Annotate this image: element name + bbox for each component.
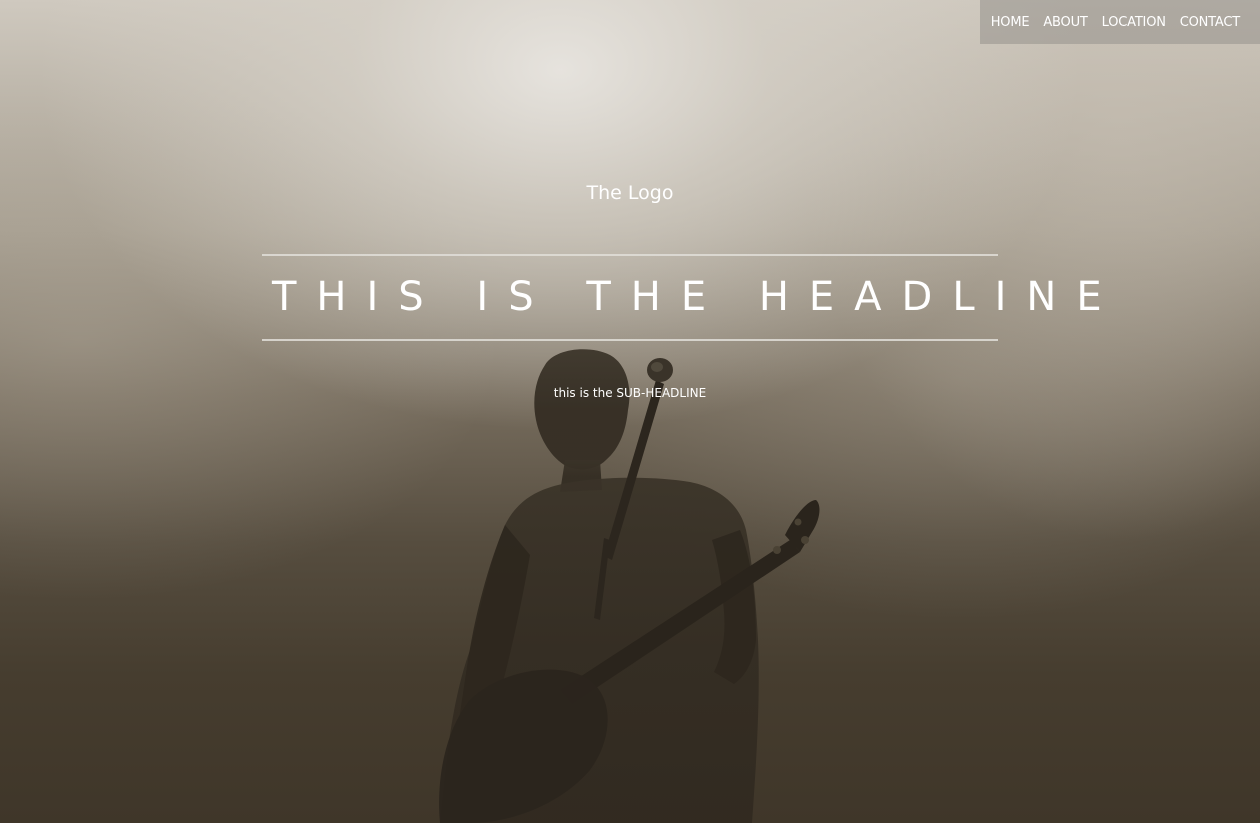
top-navigation: HOME ABOUT LOCATION CONTACT <box>980 0 1260 44</box>
headline-bottom-divider <box>262 339 998 341</box>
headline-top-divider <box>262 254 998 256</box>
site-logo[interactable]: The Logo <box>0 182 1260 204</box>
nav-item-location[interactable]: LOCATION <box>1102 15 1166 30</box>
page-subheadline: this is the SUB-HEADLINE <box>553 386 707 400</box>
nav-item-home[interactable]: HOME <box>991 15 1030 30</box>
nav-item-about[interactable]: ABOUT <box>1043 15 1087 30</box>
page-headline: THIS IS THE HEADLINE <box>272 274 1122 320</box>
nav-item-contact[interactable]: CONTACT <box>1180 15 1240 30</box>
hero-section: HOME ABOUT LOCATION CONTACT The Logo THI… <box>0 0 1260 823</box>
musician-silhouette-image <box>439 349 820 823</box>
